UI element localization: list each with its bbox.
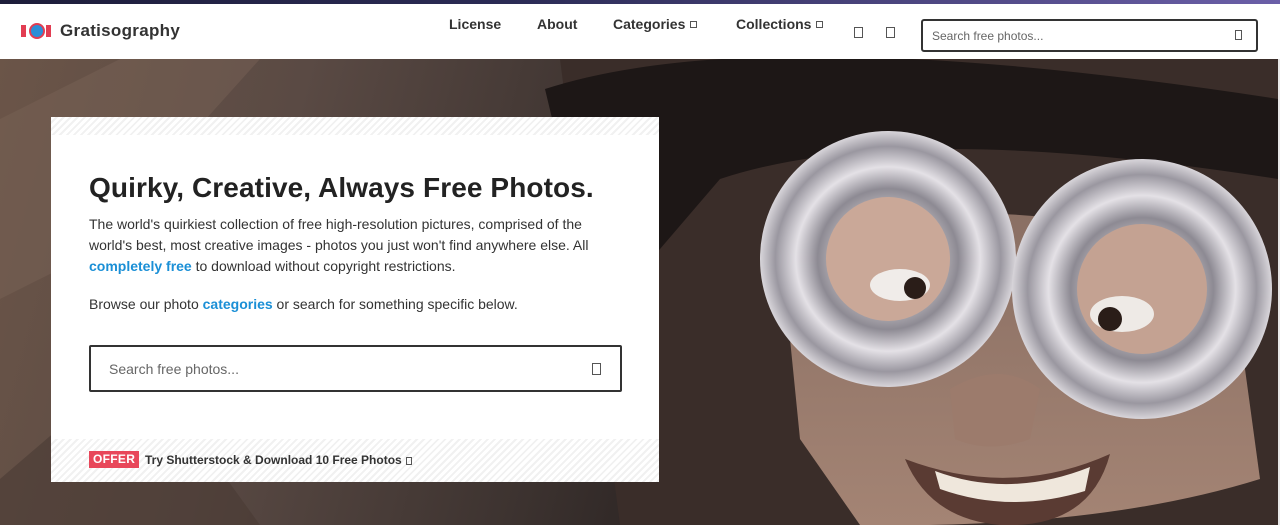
hero-title: Quirky, Creative, Always Free Photos.: [89, 172, 594, 203]
site-logo[interactable]: Gratisography: [21, 21, 180, 41]
hero-search-input[interactable]: [109, 358, 569, 380]
offer-badge: OFFER: [89, 451, 140, 468]
hero-description-text: The world's quirkiest collection of free…: [89, 216, 589, 253]
site-name: Gratisography: [60, 21, 181, 40]
completely-free-link[interactable]: completely free: [89, 258, 192, 274]
browse-text: Browse our photo categories or search fo…: [89, 296, 518, 312]
nav-categories-label: Categories: [613, 16, 686, 32]
browse-text-start: Browse our photo: [89, 296, 203, 312]
nav-collections-dropdown[interactable]: Collections: [736, 16, 824, 32]
header-search-input[interactable]: [932, 25, 1222, 47]
hero-description-text-end: to download without copyright restrictio…: [191, 258, 456, 274]
card-top-stripe: [51, 117, 659, 135]
nav-about-link[interactable]: About: [537, 16, 577, 32]
hero-description: The world's quirkiest collection of free…: [89, 214, 609, 277]
browse-text-end: or search for something specific below.: [272, 296, 518, 312]
hero-search-box: [89, 345, 622, 392]
offer-link-label: Try Shutterstock & Download 10 Free Phot…: [145, 453, 402, 467]
header-search-box: [921, 19, 1258, 52]
search-icon[interactable]: [1235, 30, 1242, 40]
chevron-down-icon: [816, 21, 824, 28]
nav-categories-dropdown[interactable]: Categories: [613, 16, 698, 32]
heart-icon[interactable]: [854, 27, 863, 38]
chevron-down-icon: [690, 21, 698, 28]
logo-camera-icon: [21, 22, 51, 40]
nav-collections-label: Collections: [736, 16, 812, 32]
hero-intro-card: Quirky, Creative, Always Free Photos. Th…: [51, 117, 659, 482]
search-icon[interactable]: [592, 363, 601, 375]
shutterstock-offer-link[interactable]: Try Shutterstock & Download 10 Free Phot…: [145, 453, 412, 467]
external-link-icon: [405, 457, 412, 465]
offer-bar: OFFER Try Shutterstock & Download 10 Fre…: [51, 439, 659, 482]
categories-link[interactable]: categories: [203, 296, 273, 312]
user-icon[interactable]: [886, 27, 895, 38]
nav-license-link[interactable]: License: [449, 16, 501, 32]
site-header: Gratisography License About Categories C…: [0, 4, 1280, 59]
